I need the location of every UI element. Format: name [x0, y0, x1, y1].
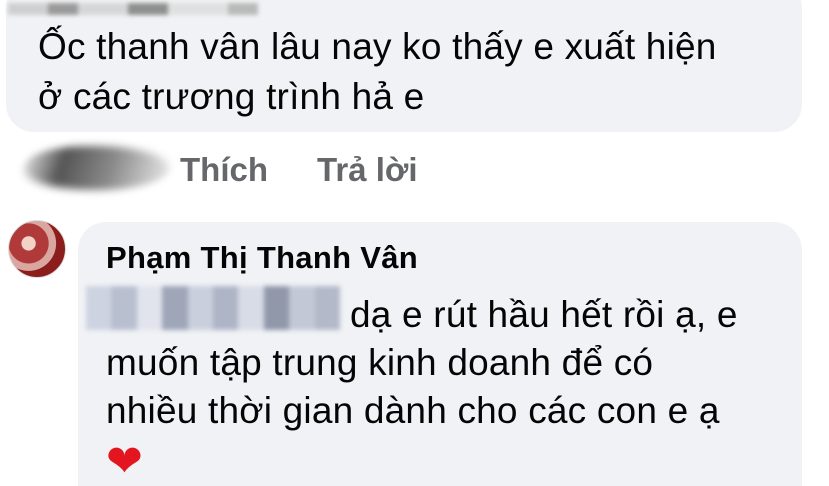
first-comment-text-line-2: ở các trương trình hả e	[38, 76, 425, 117]
reply-text-line-1: dạ e rút hầu hết rồi ạ, e	[350, 294, 738, 335]
reply-author-name[interactable]: Phạm Thị Thanh Vân	[106, 238, 418, 278]
redacted-top-strip	[8, 2, 258, 15]
redacted-commenter-name	[16, 146, 178, 190]
reply-text-line-2: muốn tập trung kinh doanh để có	[106, 342, 654, 383]
heart-icon: ❤	[106, 437, 143, 486]
like-button[interactable]: Thích	[180, 150, 268, 190]
redacted-mention-tag[interactable]	[86, 286, 341, 330]
first-comment-text-line-1: Ốc thanh vân lâu nay ko thấy e xuất hiện	[38, 26, 717, 67]
reply-text-line-3: nhiều thời gian dành cho các con e ạ	[106, 390, 720, 431]
avatar[interactable]	[8, 220, 66, 278]
reply-button[interactable]: Trả lời	[317, 150, 418, 190]
